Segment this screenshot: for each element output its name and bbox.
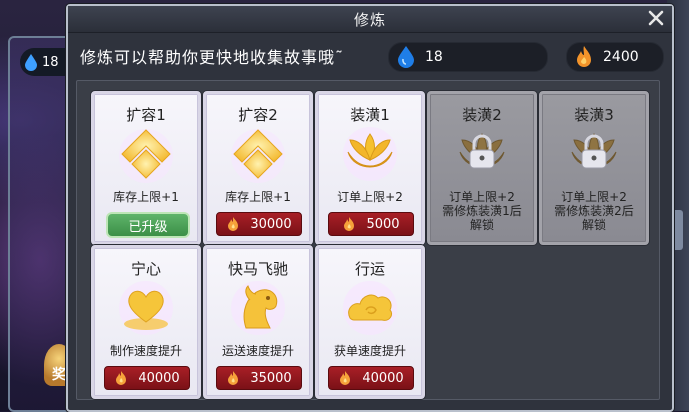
unlock-requirement: 需修炼装潢2后 解锁 — [554, 204, 634, 232]
card-title: 宁心 — [130, 260, 161, 278]
upgrade-cost-button[interactable]: 5000 — [328, 212, 414, 236]
title-bar: 修炼 — [68, 6, 672, 33]
card-effect: 订单上限+2 — [449, 190, 515, 204]
fire-icon — [228, 217, 239, 231]
card-title: 扩容2 — [238, 106, 278, 124]
card-effect: 运送速度提升 — [221, 344, 294, 358]
card-title: 快马飞驰 — [227, 260, 288, 278]
cultivation-window: 修炼 修炼可以帮助你更快地收集故事哦˜ 18 2400 扩容1 库存上限+1 已… — [66, 4, 674, 412]
upgrade-card-decor-1[interactable]: 装潢1 订单上限+2 5000 — [315, 91, 425, 245]
upgrade-card-fortune[interactable]: 行运 获单速度提升 40000 — [315, 245, 425, 399]
cost-amount: 35000 — [250, 370, 292, 386]
cloud-icon — [343, 281, 397, 335]
card-effect: 库存上限+1 — [113, 190, 179, 204]
heart-icon — [119, 281, 173, 335]
upgrade-cost-button[interactable]: 40000 — [328, 366, 414, 390]
upgrade-card-decor-2[interactable]: 装潢2 订单上限+2 需修炼装潢1后 解锁 — [427, 91, 537, 245]
card-title: 行运 — [354, 260, 385, 278]
upgrade-card-decor-3[interactable]: 装潢3 订单上限+2 需修炼装潢2后 解锁 — [539, 91, 649, 245]
fire-amount: 2400 — [603, 49, 639, 65]
cost-amount: 5000 — [366, 216, 400, 232]
water-resource: 18 — [388, 42, 548, 72]
locked-lotus-icon — [571, 133, 617, 169]
fire-icon — [116, 371, 127, 385]
card-effect: 库存上限+1 — [225, 190, 291, 204]
cost-amount: 40000 — [138, 370, 180, 386]
fire-icon — [344, 217, 355, 231]
chevron-up-icon — [119, 129, 173, 183]
card-title: 扩容1 — [126, 106, 166, 124]
lotus-icon — [343, 127, 397, 181]
unlock-requirement: 需修炼装潢1后 解锁 — [442, 204, 522, 232]
card-effect: 订单上限+2 — [337, 190, 403, 204]
upgrade-card-calm[interactable]: 宁心 制作速度提升 40000 — [91, 245, 201, 399]
upgraded-badge: 已升级 — [106, 212, 190, 238]
background-resource-value: 18 — [42, 54, 59, 70]
cost-amount: 30000 — [250, 216, 292, 232]
info-bar: 修炼可以帮助你更快地收集故事哦˜ 18 2400 — [70, 34, 670, 74]
water-drop-icon — [398, 46, 414, 68]
card-effect: 订单上限+2 — [561, 190, 627, 204]
water-amount: 18 — [425, 49, 443, 65]
locked-lotus-icon — [459, 133, 505, 169]
chevron-up-icon — [231, 129, 285, 183]
upgrade-grid: 扩容1 库存上限+1 已升级 扩容2 库存上限+1 30000 装潢1 订单上限… — [76, 80, 660, 400]
close-icon — [648, 10, 664, 26]
window-title: 修炼 — [353, 11, 386, 29]
description-text: 修炼可以帮助你更快地收集故事哦˜ — [80, 48, 345, 67]
upgrade-cost-button[interactable]: 40000 — [104, 366, 190, 390]
card-title: 装潢1 — [350, 106, 390, 124]
upgrade-card-swift-horse[interactable]: 快马飞驰 运送速度提升 35000 — [203, 245, 313, 399]
upgrade-card-expand-1[interactable]: 扩容1 库存上限+1 已升级 — [91, 91, 201, 245]
fire-resource: 2400 — [566, 42, 664, 72]
card-effect: 制作速度提升 — [109, 344, 182, 358]
upgrade-cost-button[interactable]: 35000 — [216, 366, 302, 390]
card-title: 装潢3 — [574, 106, 614, 124]
horse-icon — [231, 281, 285, 335]
fire-icon — [577, 46, 591, 67]
fire-icon — [228, 371, 239, 385]
fire-icon — [340, 371, 351, 385]
card-title: 装潢2 — [462, 106, 502, 124]
card-effect: 获单速度提升 — [333, 344, 406, 358]
upgrade-card-expand-2[interactable]: 扩容2 库存上限+1 30000 — [203, 91, 313, 245]
cost-amount: 40000 — [362, 370, 404, 386]
water-drop-icon — [25, 54, 37, 71]
upgrade-cost-button[interactable]: 30000 — [216, 212, 302, 236]
close-button[interactable] — [646, 8, 666, 28]
